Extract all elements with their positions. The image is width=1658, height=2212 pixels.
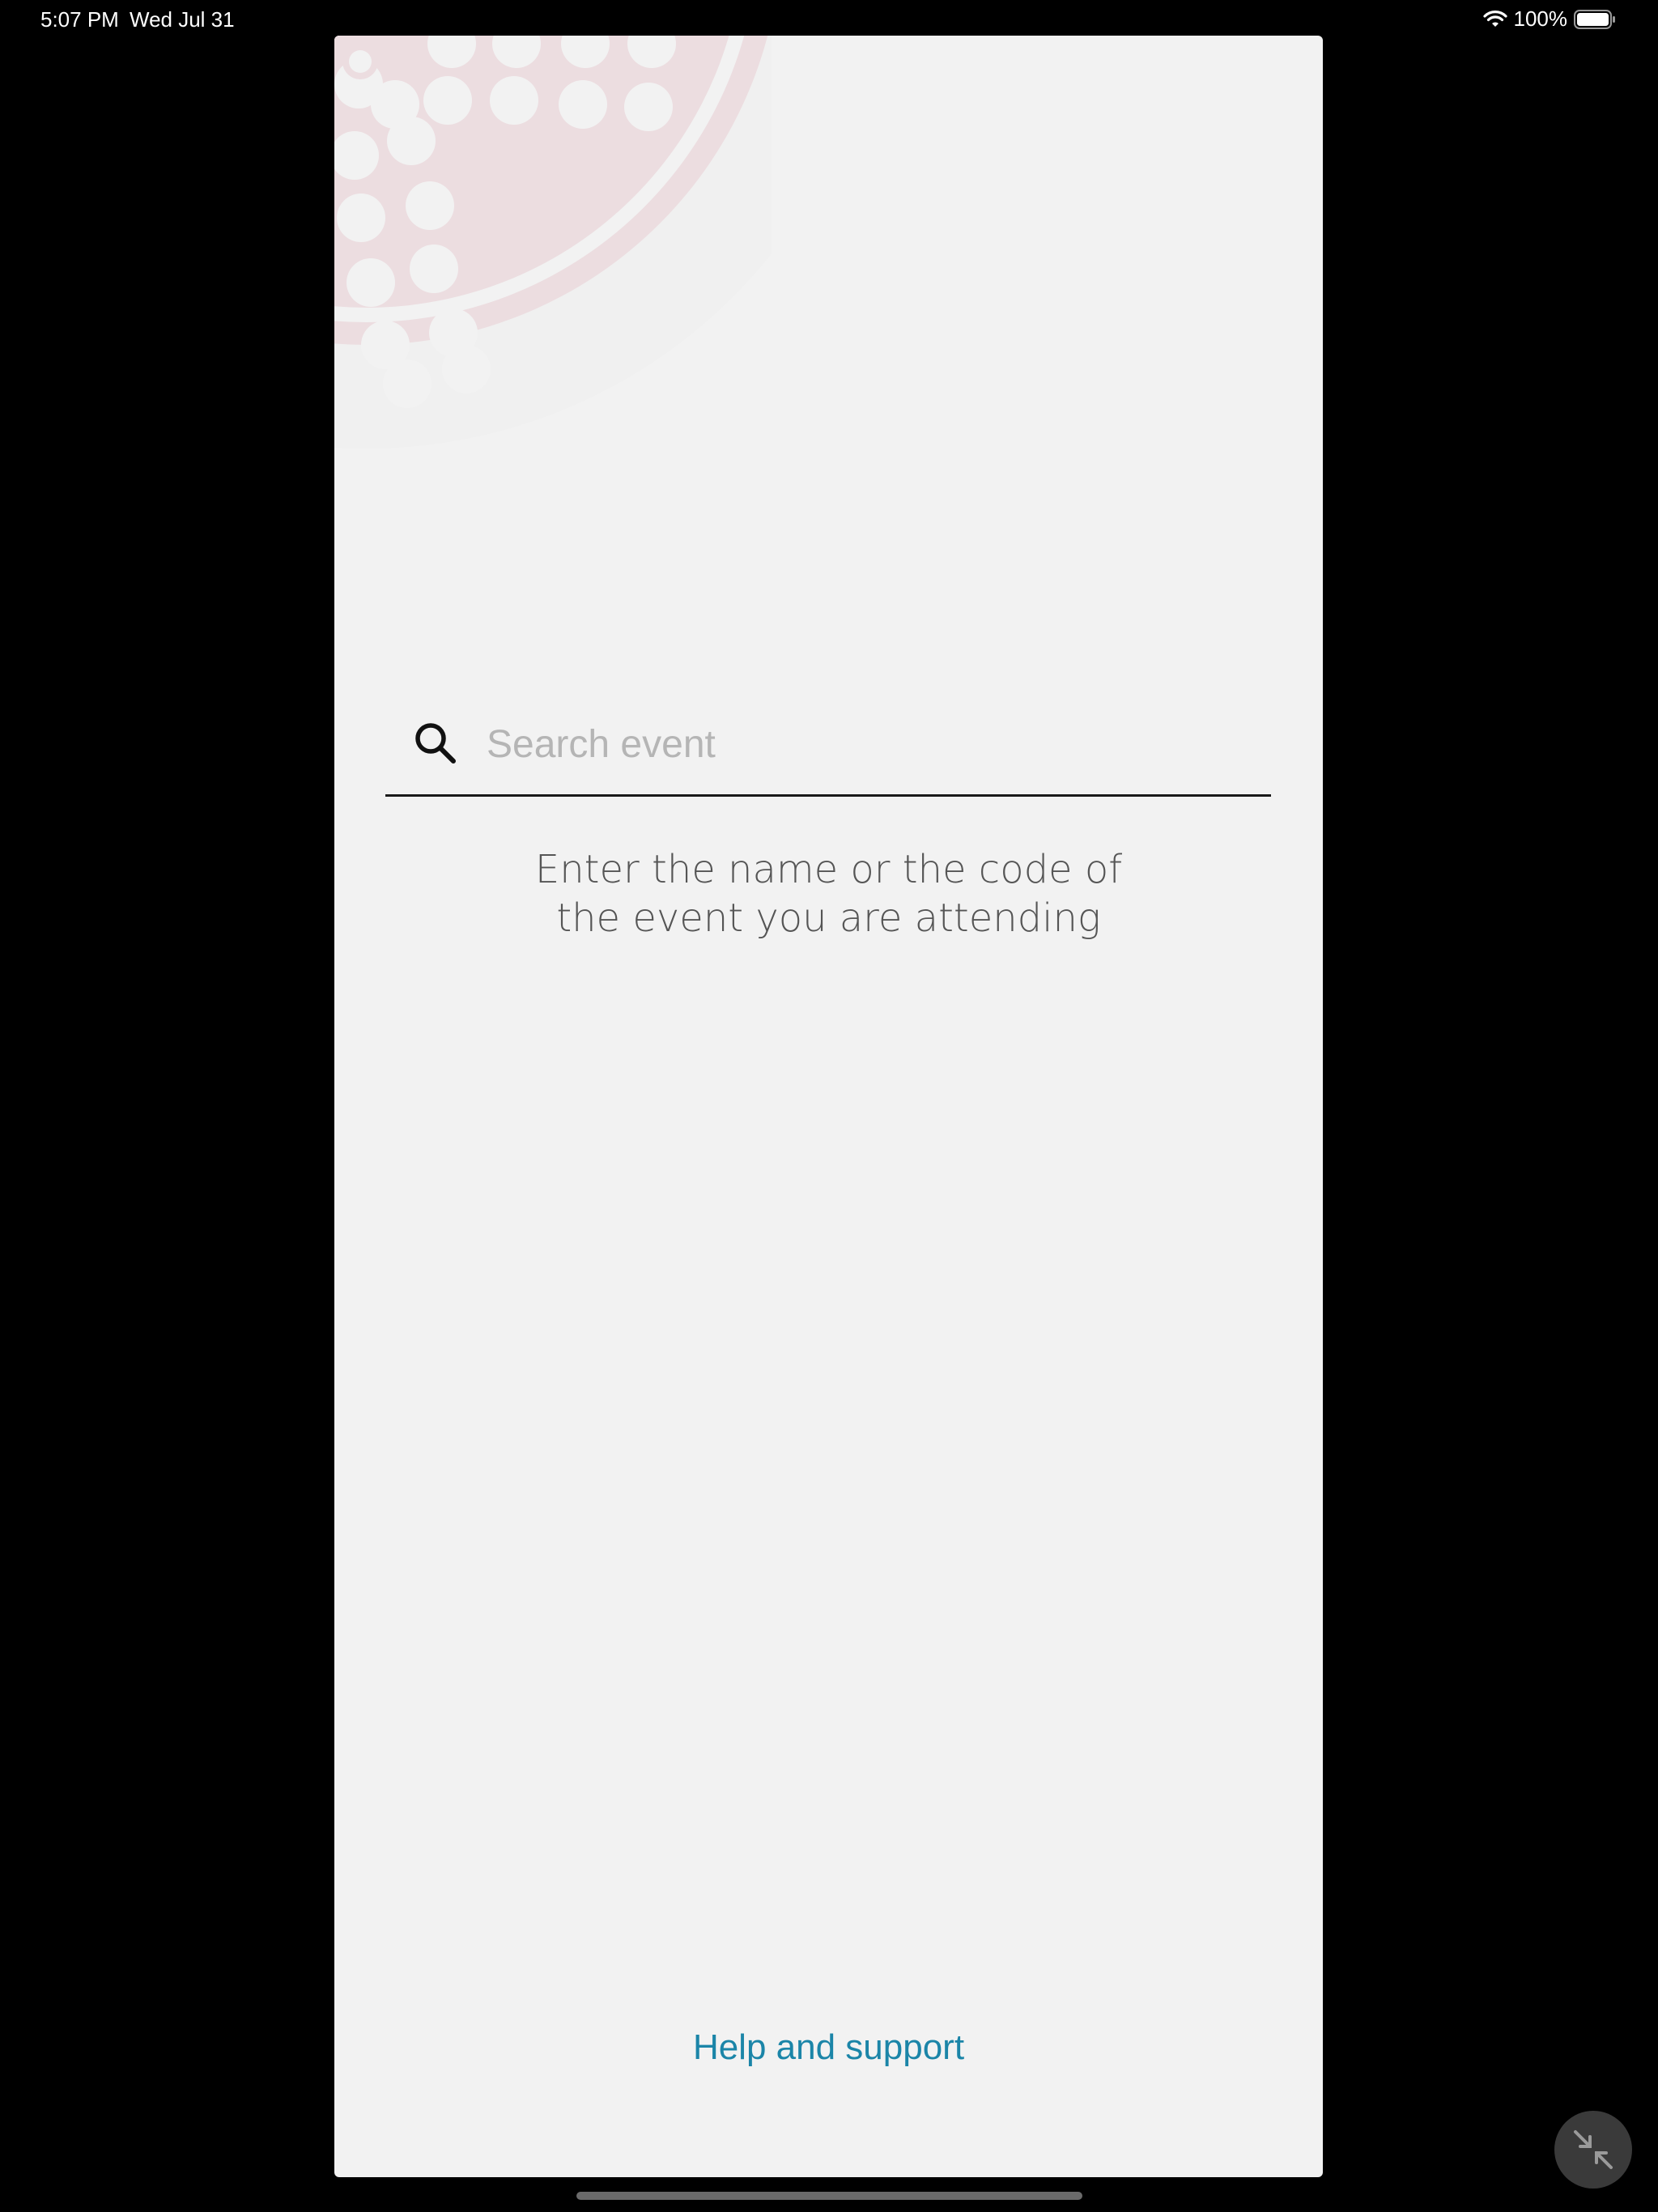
status-date: Wed Jul 31 [130,7,235,32]
decor-dot [346,258,395,307]
decor-dot [490,76,538,125]
home-indicator[interactable] [576,2192,1082,2200]
decor-small-dot-center [349,50,372,73]
minimize-arrows-icon [1554,2111,1632,2189]
battery-percentage: 100% [1513,6,1568,31]
decor-dot [423,76,472,125]
decorative-pattern [334,36,772,457]
status-time: 5:07 PM [40,7,119,32]
ipad-screen: 5:07 PM Wed Jul 31 100% Search event Ent… [0,0,1658,2212]
decor-dot [337,194,385,242]
battery-icon [1574,9,1616,29]
search-field[interactable] [385,675,1271,797]
decor-dot [559,80,607,129]
decor-dot [442,345,491,393]
status-bar: 5:07 PM Wed Jul 31 100% [0,0,1658,39]
search-icon [411,719,460,768]
help-and-support-link[interactable]: Help and support [334,2027,1323,2068]
decor-dot [624,83,673,131]
search-hint: Enter the name or the code of the event … [334,845,1323,942]
hint-line-1: Enter the name or the code of [534,847,1123,892]
decor-dot [410,245,458,293]
status-indicators: 100% [1482,6,1617,32]
decor-dot [387,117,436,165]
search-input[interactable] [487,712,1231,776]
decor-dot [383,359,432,408]
app-window: Enter the name or the code of the event … [334,36,1323,2177]
decor-dot [406,181,454,230]
minimize-button[interactable] [1554,2111,1632,2189]
hint-line-2: the event you are attending [556,895,1101,941]
wifi-icon [1482,10,1507,28]
